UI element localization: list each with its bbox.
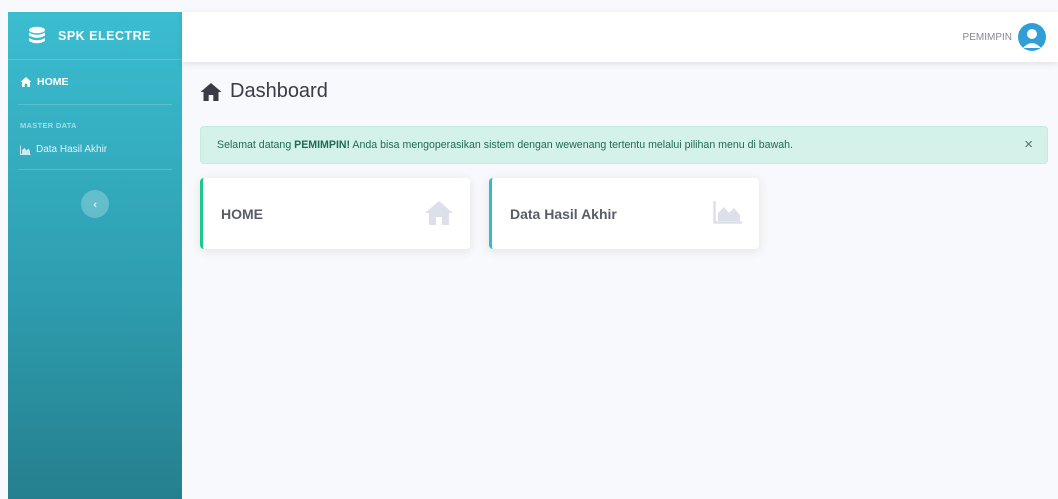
database-icon (26, 25, 48, 47)
chart-area-icon (20, 145, 31, 155)
sidebar-divider (18, 169, 172, 170)
card-data-hasil-akhir[interactable]: Data Hasil Akhir (489, 178, 759, 249)
close-icon[interactable]: × (1024, 136, 1033, 153)
card-home[interactable]: HOME (200, 178, 470, 249)
sidebar-heading: MASTER DATA (20, 121, 77, 130)
alert-prefix: Selamat datang (217, 139, 295, 151)
alert-suffix: Anda bisa mengoperasikan sistem dengan w… (350, 139, 793, 151)
welcome-alert: Selamat datang PEMIMPIN! Anda bisa mengo… (200, 126, 1048, 164)
topbar: PEMIMPIN (182, 12, 1058, 62)
sidebar-item-home-label: HOME (37, 76, 69, 88)
brand-name: SPK ELECTRE (58, 28, 152, 43)
card-label: HOME (221, 205, 263, 222)
sidebar-item-home[interactable]: HOME (8, 60, 182, 104)
alert-text: Selamat datang PEMIMPIN! Anda bisa mengo… (217, 139, 793, 151)
user-dropdown[interactable]: PEMIMPIN (963, 23, 1046, 51)
sidebar-item-data-hasil-akhir[interactable]: Data Hasil Akhir (8, 130, 182, 169)
chart-area-icon (713, 200, 743, 224)
sidebar-item-label: Data Hasil Akhir (36, 144, 108, 155)
sidebar: SPK ELECTRE HOME MASTER DATA Data Hasil … (8, 12, 182, 499)
chevron-left-icon: ‹ (92, 197, 98, 211)
user-circle-icon (1018, 23, 1046, 51)
alert-user: PEMIMPIN! (294, 139, 351, 151)
sidebar-brand[interactable]: SPK ELECTRE (8, 12, 182, 60)
page-title: Dashboard (200, 80, 328, 103)
home-icon (20, 76, 32, 88)
sidebar-toggle-button[interactable]: ‹ (81, 190, 109, 218)
home-icon (200, 82, 222, 102)
home-icon (424, 200, 454, 226)
user-name: PEMIMPIN (962, 31, 1012, 43)
card-label: Data Hasil Akhir (510, 205, 617, 222)
page-title-text: Dashboard (230, 80, 328, 102)
